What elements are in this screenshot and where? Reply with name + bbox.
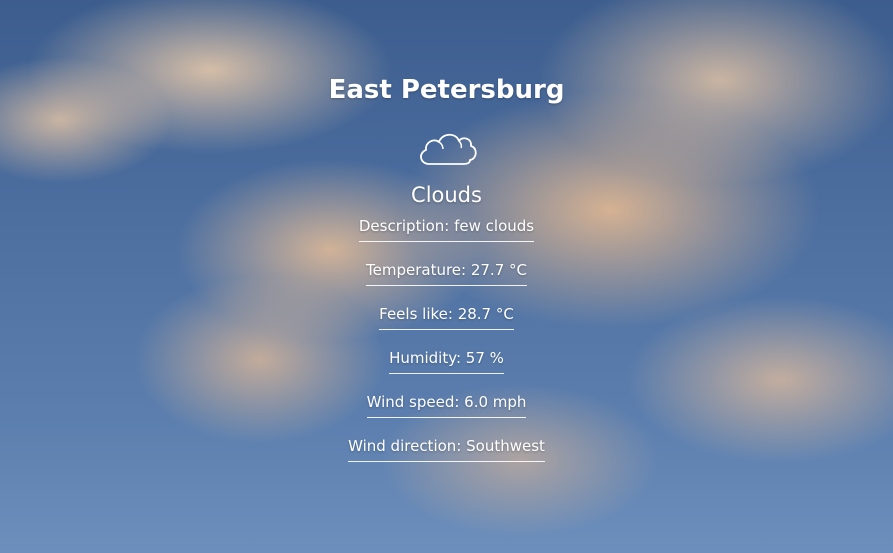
wind-speed-row: Wind speed: 6.0 mph [366, 390, 527, 418]
sky-background: East Petersburg Clouds Description: few … [0, 0, 893, 553]
wind-direction-row: Wind direction: Southwest [348, 434, 545, 462]
city-name: East Petersburg [328, 75, 565, 105]
temperature-row: Temperature: 27.7 °C [366, 258, 527, 286]
weather-card: East Petersburg Clouds Description: few … [0, 72, 893, 478]
weather-details: Description: few clouds Temperature: 27.… [348, 214, 545, 478]
feels-like-row: Feels like: 28.7 °C [379, 302, 514, 330]
weather-main: Clouds [411, 183, 482, 207]
description-row: Description: few clouds [358, 214, 535, 242]
cloud-icon [415, 126, 479, 170]
humidity-row: Humidity: 57 % [389, 346, 504, 374]
